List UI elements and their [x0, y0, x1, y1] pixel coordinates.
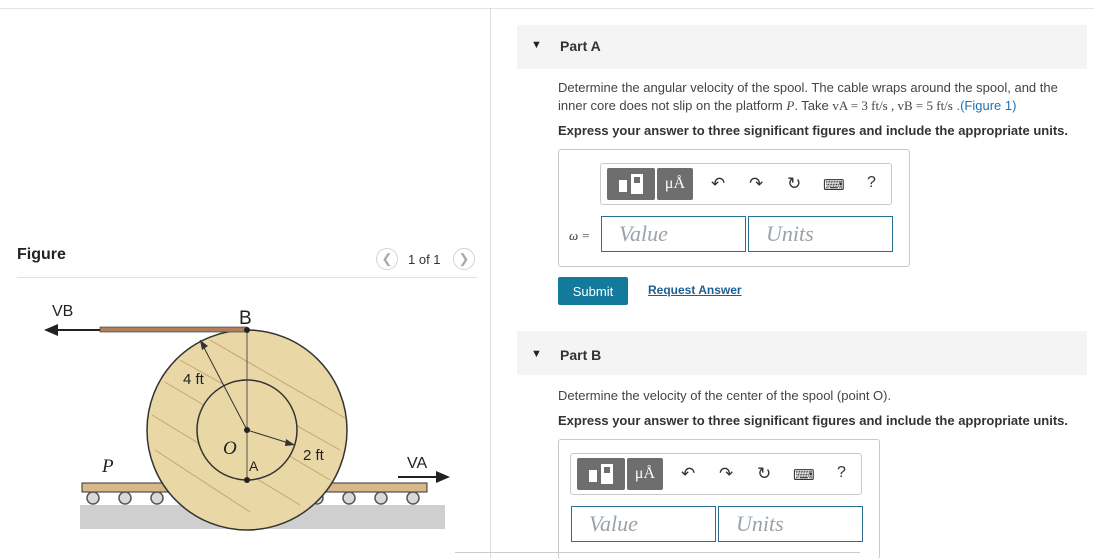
top-divider: [0, 8, 1094, 9]
units-button[interactable]: μÅ: [657, 168, 693, 200]
submit-button[interactable]: Submit: [558, 277, 628, 305]
part-b-label: Part B: [560, 347, 602, 363]
request-answer-link[interactable]: Request Answer: [648, 283, 742, 297]
part-a-toolbar: μÅ ↶ ↷ ↻ ⌨ ?: [600, 163, 892, 205]
part-a-label: Part A: [560, 38, 601, 54]
figure-title: Figure: [17, 246, 66, 263]
label-2ft: 2 ft: [303, 447, 325, 464]
redo-icon[interactable]: ↷: [719, 464, 733, 484]
help-button[interactable]: ?: [837, 464, 846, 482]
reset-icon[interactable]: ↻: [787, 174, 801, 194]
bottom-divider: [455, 552, 860, 553]
label-4ft: 4 ft: [183, 371, 205, 388]
part-a-prompt-take: . Take: [794, 98, 833, 113]
chevron-left-icon: ❮: [381, 251, 393, 266]
reset-icon[interactable]: ↻: [757, 464, 771, 484]
part-a-instruction: Express your answer to three significant…: [558, 123, 1068, 138]
part-b-instruction: Express your answer to three significant…: [558, 413, 1068, 428]
next-figure-button[interactable]: ❯: [453, 248, 475, 270]
label-p: P: [101, 456, 114, 477]
part-a-prompt: Determine the angular velocity of the sp…: [558, 79, 1078, 115]
label-vb: VB: [52, 303, 73, 320]
redo-icon[interactable]: ↷: [749, 174, 763, 194]
help-button[interactable]: ?: [867, 174, 876, 192]
part-a-given-values: vA = 3 ft/s , vB = 5 ft/s: [832, 98, 953, 113]
omega-label: ω =: [569, 228, 591, 243]
prev-figure-button[interactable]: ❮: [376, 248, 398, 270]
collapse-triangle-icon: ▼: [531, 348, 542, 360]
figure-pager: 1 of 1: [408, 252, 441, 267]
templates-button[interactable]: [607, 168, 655, 200]
templates-button[interactable]: [577, 458, 625, 490]
figure-link[interactable]: .(Figure 1): [956, 98, 1016, 113]
spool-figure: VB B 4 ft O 2 ft A P VA: [44, 303, 450, 531]
part-a-units-input[interactable]: Units: [748, 216, 893, 252]
part-a-value-input[interactable]: Value: [601, 216, 746, 252]
undo-icon[interactable]: ↶: [711, 174, 725, 194]
undo-icon[interactable]: ↶: [681, 464, 695, 484]
label-va: VA: [407, 455, 427, 472]
units-button[interactable]: μÅ: [627, 458, 663, 490]
figure-divider: [17, 277, 477, 278]
part-b-toolbar: μÅ ↶ ↷ ↻ ⌨ ?: [570, 453, 862, 495]
label-o: O: [223, 438, 237, 459]
collapse-triangle-icon: ▼: [531, 39, 542, 51]
part-b-header[interactable]: ▼ Part B: [517, 331, 1087, 375]
keyboard-icon[interactable]: ⌨: [793, 466, 815, 484]
panel-divider: [490, 8, 491, 558]
keyboard-icon[interactable]: ⌨: [823, 176, 845, 194]
cable: [99, 326, 248, 333]
chevron-right-icon: ❯: [458, 251, 470, 266]
part-b-units-input[interactable]: Units: [718, 506, 863, 542]
templates-icon: [589, 464, 613, 484]
part-b-prompt: Determine the velocity of the center of …: [558, 388, 892, 403]
label-b: B: [239, 308, 252, 329]
part-a-header[interactable]: ▼ Part A: [517, 25, 1087, 69]
templates-icon: [619, 174, 643, 194]
part-b-value-input[interactable]: Value: [571, 506, 716, 542]
label-a: A: [249, 458, 259, 474]
